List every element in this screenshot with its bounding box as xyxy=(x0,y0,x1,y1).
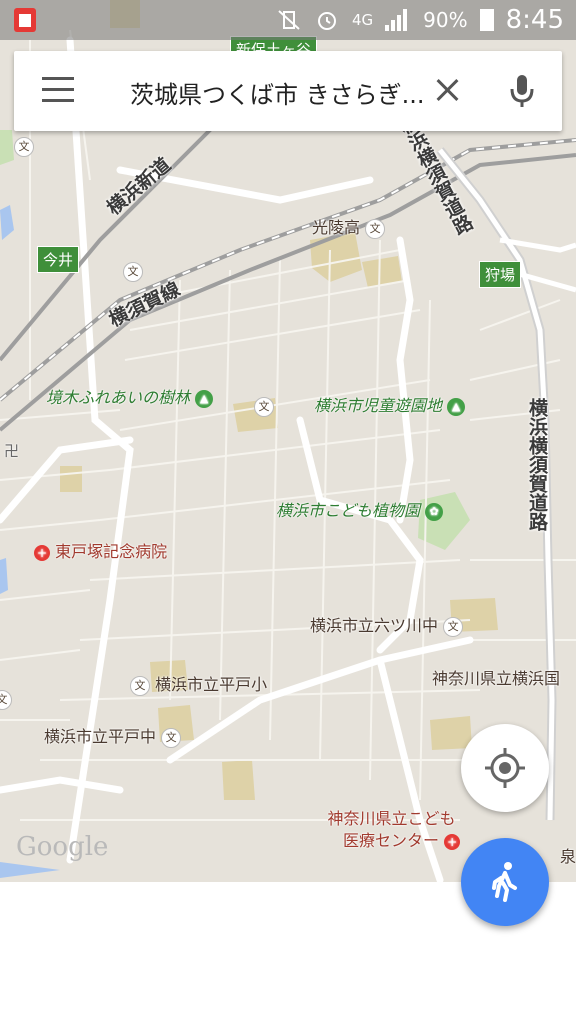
alarm-icon xyxy=(314,9,340,31)
park-kodomo-shokubutsuen-label: 横浜市こども植物園 xyxy=(276,501,421,520)
school-kanagawa-yokohama-label: 神奈川県立横浜国 xyxy=(432,669,561,688)
school-koryo-label: 光陵高 xyxy=(312,218,361,237)
flower-icon: ✿ xyxy=(425,502,444,521)
park-jido-yuenchi[interactable]: 横浜市児童遊園地 ▲ xyxy=(314,392,466,416)
school-mutsukawa[interactable]: 横浜市立六ツ川中 文 xyxy=(310,612,464,637)
hospital-icon: + xyxy=(34,544,50,561)
school-icon: 文 xyxy=(0,689,12,710)
walking-directions-button[interactable] xyxy=(461,838,549,926)
school-edge-left[interactable]: 文 xyxy=(0,689,12,710)
my-location-icon xyxy=(485,748,525,788)
hospital-higashi-totsuka[interactable]: + 東戸塚記念病院 xyxy=(34,538,167,562)
park-jido-yuenchi-label: 横浜市児童遊園地 xyxy=(314,396,443,415)
tree-icon: ▲ xyxy=(195,389,214,408)
school-hirado-sho-label: 横浜市立平戸小 xyxy=(155,675,268,694)
temple-icon: 卍 xyxy=(4,442,20,460)
school-icon: 文 xyxy=(161,727,182,748)
hospital-icon: + xyxy=(444,833,461,850)
interchange-imai: 今井 xyxy=(37,246,80,273)
hospital-kodomo-iryo-label-2: 医療センター + xyxy=(323,830,461,852)
park-sakaiki[interactable]: 境木ふれあいの樹林 ▲ xyxy=(46,384,214,408)
status-bar-right: 4G 90% 8:45 xyxy=(276,5,564,35)
tree-icon: ▲ xyxy=(447,397,466,416)
hospital-kodomo-iryo[interactable]: 神奈川県立こども 医療センター + xyxy=(323,808,461,852)
status-bar: 4G 90% 8:45 xyxy=(0,0,576,40)
search-bar[interactable]: 茨城県つくば市 きさらぎ... xyxy=(14,51,562,131)
hospital-kodomo-iryo-label-1: 神奈川県立こども xyxy=(327,809,456,828)
interchange-kariba: 狩場 xyxy=(479,261,522,288)
signal-icon xyxy=(385,9,411,31)
park-sakaiki-label: 境木ふれあいの樹林 xyxy=(46,388,191,407)
school-icon: 文 xyxy=(123,261,143,282)
clipboard-notification-icon xyxy=(14,8,36,32)
school-icon: 文 xyxy=(14,136,34,157)
microphone-icon[interactable] xyxy=(508,71,536,111)
close-icon[interactable] xyxy=(430,73,464,107)
school-kanagawa-yokohama[interactable]: 神奈川県立横浜国 xyxy=(432,665,560,689)
school-icon: 文 xyxy=(130,675,150,696)
hospital-higashi-totsuka-label: 東戸塚記念病院 xyxy=(55,542,168,561)
battery-icon xyxy=(479,9,494,31)
battery-percent: 90% xyxy=(423,8,468,32)
school-hirado-chu-label: 横浜市立平戸中 xyxy=(44,727,157,746)
road-label-yokohama-yokosuka-road-right: 横浜横須賀道路 xyxy=(526,398,548,531)
school-koryo[interactable]: 光陵高 文 xyxy=(312,214,386,239)
school-unnamed-2[interactable]: 文 xyxy=(254,396,274,417)
school-hirado-sho[interactable]: 文 横浜市立平戸小 xyxy=(130,671,267,696)
search-query[interactable]: 茨城県つくば市 きさらぎ... xyxy=(130,75,430,110)
school-icon: 文 xyxy=(365,218,386,239)
school-hirado-chu[interactable]: 横浜市立平戸中 文 xyxy=(44,723,182,748)
place-izumi: 泉 xyxy=(560,847,576,866)
network-type: 4G xyxy=(351,11,374,29)
school-icon: 文 xyxy=(254,396,274,417)
school-icon: 文 xyxy=(443,616,464,637)
clock-time: 8:45 xyxy=(505,5,564,35)
park-kodomo-shokubutsuen[interactable]: 横浜市こども植物園 ✿ xyxy=(276,497,444,521)
menu-icon[interactable] xyxy=(42,77,74,103)
school-mutsukawa-label: 横浜市立六ツ川中 xyxy=(310,616,439,635)
school-edge-top-left[interactable]: 文 xyxy=(14,136,34,157)
school-unnamed-1[interactable]: 文 xyxy=(123,261,143,282)
vibrate-mute-icon xyxy=(276,9,302,31)
my-location-button[interactable] xyxy=(461,724,549,812)
google-logo: Google xyxy=(16,832,109,862)
walking-icon xyxy=(492,862,517,902)
